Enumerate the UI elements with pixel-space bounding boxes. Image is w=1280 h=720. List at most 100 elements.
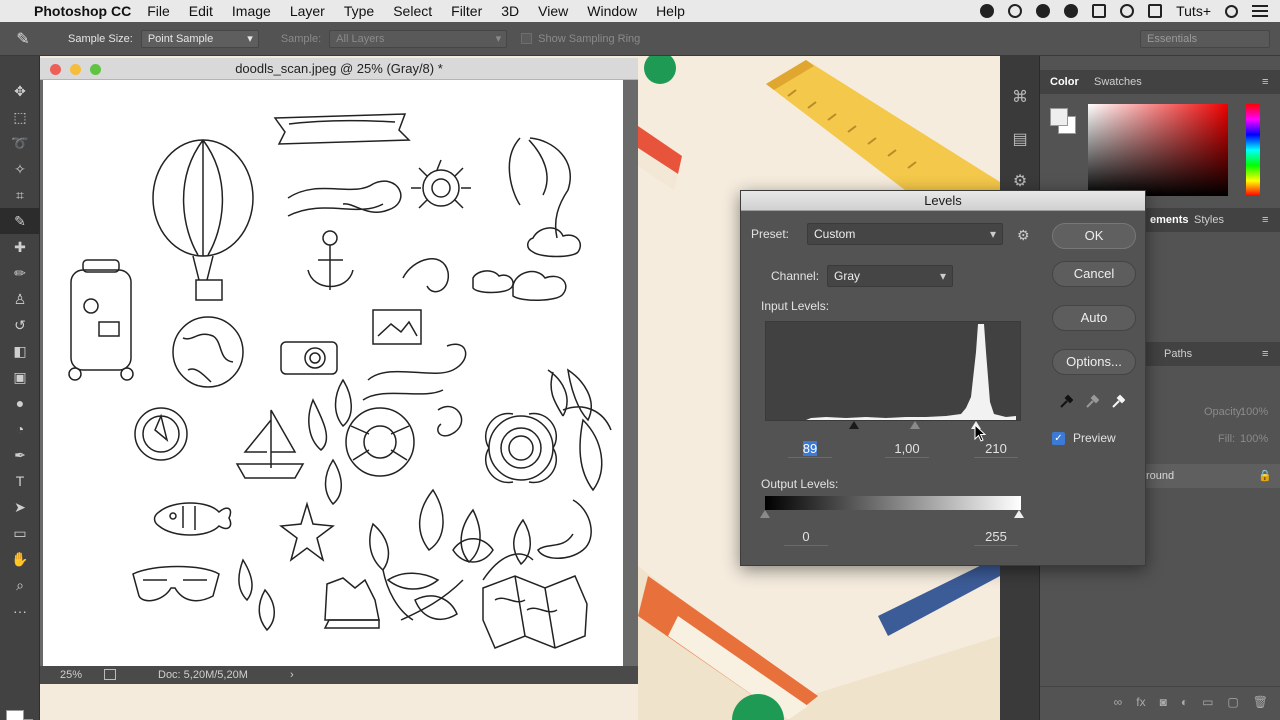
menu-select[interactable]: Select [393, 3, 432, 19]
lasso-tool-icon[interactable]: ➰ [0, 130, 40, 156]
zoom-tool-icon[interactable]: ⌕ [0, 572, 40, 598]
menu-layer[interactable]: Layer [290, 3, 325, 19]
move-tool-icon[interactable]: ✥ [0, 78, 40, 104]
input-white-field[interactable]: 210 [974, 441, 1018, 458]
preset-select[interactable]: Custom [807, 223, 1003, 245]
input-black-slider[interactable] [849, 421, 860, 429]
layer-row[interactable]: round 🔒 [1140, 464, 1280, 488]
wifi-icon[interactable] [1120, 4, 1135, 18]
flag-icon[interactable] [1148, 4, 1163, 18]
share-icon[interactable] [104, 669, 116, 680]
marquee-tool-icon[interactable]: ⬚ [0, 104, 40, 130]
auto-button[interactable]: Auto [1052, 305, 1136, 331]
color-picker-field[interactable] [1088, 104, 1228, 196]
close-window-button[interactable] [50, 64, 61, 75]
doc-size[interactable]: Doc: 5,20M/5,20M [158, 666, 248, 684]
zoom-window-button[interactable] [90, 64, 101, 75]
panel-menu-icon[interactable]: ≡ [1262, 348, 1268, 360]
creative-cloud-icon[interactable] [1008, 4, 1023, 18]
panel-foreground-color[interactable] [1050, 108, 1068, 126]
ok-button[interactable]: OK [1052, 223, 1136, 249]
hand-tool-icon[interactable]: ✋ [0, 546, 40, 572]
panel-menu-icon[interactable]: ≡ [1262, 76, 1268, 88]
menu-type[interactable]: Type [344, 3, 374, 19]
document-title[interactable]: doodls_scan.jpeg @ 25% (Gray/8) * [40, 58, 638, 80]
menu-view[interactable]: View [538, 3, 568, 19]
sample-size-select[interactable]: Point Sample [140, 29, 259, 48]
gear-icon[interactable]: ⚙ [1017, 227, 1030, 244]
user-name[interactable]: Tuts+ [1176, 3, 1211, 19]
tab-color[interactable]: Color [1050, 76, 1079, 88]
volume-icon[interactable] [1064, 4, 1079, 18]
pen-tool-icon[interactable]: ✒ [0, 442, 40, 468]
tab-paths[interactable]: Paths [1164, 348, 1192, 360]
fx-icon[interactable]: fx [1136, 695, 1145, 709]
type-tool-icon[interactable]: T [0, 468, 40, 494]
record-icon[interactable] [980, 4, 995, 18]
menu-3d[interactable]: 3D [501, 3, 519, 19]
spotlight-icon[interactable] [1225, 4, 1238, 18]
options-button[interactable]: Options... [1052, 349, 1136, 375]
adjustment-layer-icon[interactable]: ◐ [1181, 695, 1188, 709]
path-select-icon[interactable]: ➤ [0, 494, 40, 520]
gray-eyedropper-icon[interactable] [1085, 393, 1099, 409]
white-eyedropper-icon[interactable] [1111, 393, 1125, 409]
cancel-button[interactable]: Cancel [1052, 261, 1136, 287]
group-icon[interactable]: ▭ [1202, 695, 1213, 709]
output-black-field[interactable]: 0 [784, 529, 828, 546]
workspace-select[interactable]: Essentials [1140, 29, 1270, 48]
document-canvas[interactable] [43, 80, 623, 666]
status-arrow-icon[interactable]: › [290, 666, 294, 684]
fill-value[interactable]: 100% [1240, 433, 1268, 445]
rectangle-tool-icon[interactable]: ▭ [0, 520, 40, 546]
preview-checkbox[interactable]: ✓ [1052, 431, 1065, 445]
menu-help[interactable]: Help [656, 3, 685, 19]
mask-icon[interactable]: ◙ [1160, 695, 1167, 709]
brush-tool-icon[interactable]: ✏ [0, 260, 40, 286]
panel-menu-icon[interactable]: ≡ [1262, 214, 1268, 226]
eraser-tool-icon[interactable]: ◧ [0, 338, 40, 364]
crop-tool-icon[interactable]: ⌗ [0, 182, 40, 208]
healing-brush-icon[interactable]: ✚ [0, 234, 40, 260]
notification-icon[interactable] [1036, 4, 1051, 18]
actions-panel-icon[interactable]: ▤ [1000, 118, 1040, 160]
gradient-tool-icon[interactable]: ▣ [0, 364, 40, 390]
blur-tool-icon[interactable]: ● [0, 390, 40, 416]
output-white-slider[interactable] [1014, 510, 1024, 518]
tab-adjustments[interactable]: ements [1150, 214, 1189, 226]
more-tools-icon[interactable]: ··· [0, 598, 40, 624]
minimize-window-button[interactable] [70, 64, 81, 75]
zoom-level[interactable]: 25% [60, 666, 82, 684]
eyedropper-icon[interactable]: ✎ [0, 29, 46, 49]
output-white-field[interactable]: 255 [974, 529, 1018, 546]
dodge-tool-icon[interactable]: ◔ [0, 416, 40, 442]
menu-edit[interactable]: Edit [189, 3, 213, 19]
show-ring-checkbox[interactable] [521, 33, 533, 44]
input-gamma-field[interactable]: 1,00 [885, 441, 929, 458]
opacity-value[interactable]: 100% [1240, 406, 1268, 418]
foreground-color[interactable] [6, 710, 24, 720]
vertical-scrollbar[interactable] [623, 80, 638, 666]
history-panel-icon[interactable]: ⌘ [1000, 76, 1040, 118]
stamp-tool-icon[interactable]: ♙ [0, 286, 40, 312]
menu-filter[interactable]: Filter [451, 3, 482, 19]
menu-window[interactable]: Window [587, 3, 637, 19]
input-black-field[interactable]: 89 [788, 441, 832, 458]
new-layer-icon[interactable]: ▢ [1227, 695, 1238, 709]
delete-layer-icon[interactable]: 🗑 [1253, 695, 1268, 709]
bluetooth-icon[interactable] [1092, 4, 1107, 18]
eyedropper-tool-icon[interactable]: ✎ [0, 208, 40, 234]
menu-image[interactable]: Image [232, 3, 271, 19]
menu-file[interactable]: File [147, 3, 170, 19]
input-gamma-slider[interactable] [910, 421, 921, 429]
black-eyedropper-icon[interactable] [1059, 393, 1073, 409]
notification-center-icon[interactable] [1252, 5, 1268, 17]
sample-select[interactable]: All Layers [329, 29, 508, 48]
link-layers-icon[interactable]: ∞ [1114, 695, 1123, 709]
preview-toggle[interactable]: ✓ Preview [1052, 431, 1116, 445]
hue-slider[interactable] [1246, 104, 1260, 196]
tab-styles[interactable]: Styles [1194, 214, 1224, 226]
app-menu[interactable]: Photoshop CC [34, 3, 131, 19]
channel-select[interactable]: Gray [827, 265, 953, 287]
history-brush-icon[interactable]: ↺ [0, 312, 40, 338]
